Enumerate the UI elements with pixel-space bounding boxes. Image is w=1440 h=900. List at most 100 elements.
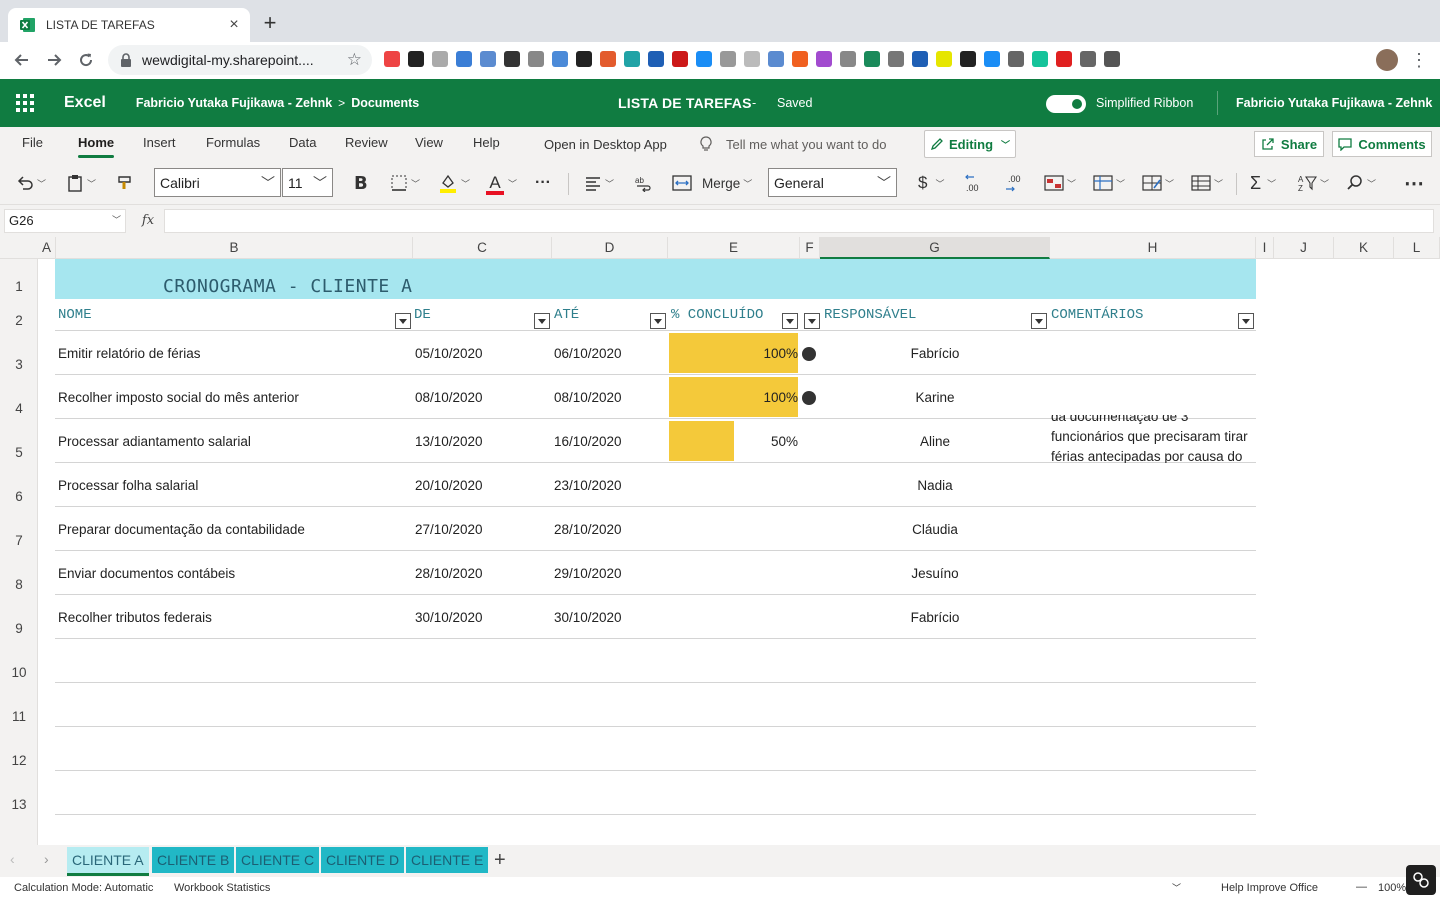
extension-icon[interactable] — [648, 51, 664, 67]
reload-icon[interactable] — [70, 44, 102, 76]
extension-icon[interactable] — [720, 51, 736, 67]
column-header-b[interactable]: B — [56, 237, 413, 259]
header-nome[interactable]: NOME — [58, 307, 92, 323]
extension-icon[interactable] — [1080, 51, 1096, 67]
percent-complete[interactable]: 100% — [669, 390, 798, 405]
assignee[interactable]: Karine — [820, 390, 1050, 405]
row-header-2[interactable]: 2 — [0, 313, 38, 328]
undo-button[interactable]: ﹀ — [16, 169, 46, 197]
sheet-tab-cliente-b[interactable]: CLIENTE B — [152, 847, 235, 873]
sheet-tab-cliente-e[interactable]: CLIENTE E — [406, 847, 489, 873]
filter-dropdown-icon[interactable] — [1238, 313, 1254, 329]
extension-icon[interactable] — [888, 51, 904, 67]
percent-complete[interactable]: 100% — [669, 346, 798, 361]
merge-button[interactable]: Merge ﹀ — [672, 169, 752, 197]
start-date[interactable]: 28/10/2020 — [415, 566, 483, 581]
fill-color-button[interactable]: ﹀ — [438, 169, 470, 197]
extension-icon[interactable] — [1032, 51, 1048, 67]
start-date[interactable]: 30/10/2020 — [415, 610, 483, 625]
extension-icon[interactable] — [1104, 51, 1120, 67]
borders-button[interactable]: ﹀ — [390, 169, 420, 197]
header-comentarios[interactable]: COMENTÁRIOS — [1051, 307, 1143, 323]
browser-menu-icon[interactable]: ⋮ — [1410, 47, 1428, 73]
tell-me-search[interactable]: Tell me what you want to do — [700, 136, 886, 152]
assignee[interactable]: Fabrício — [820, 610, 1050, 625]
assignee[interactable]: Cláudia — [820, 522, 1050, 537]
start-date[interactable]: 27/10/2020 — [415, 522, 483, 537]
assignee[interactable]: Jesuíno — [820, 566, 1050, 581]
sheet-tab-cliente-c[interactable]: CLIENTE C — [236, 847, 320, 873]
end-date[interactable]: 06/10/2020 — [554, 346, 622, 361]
column-header-d[interactable]: D — [552, 237, 668, 259]
add-sheet-button[interactable]: + — [494, 849, 506, 872]
row-header-9[interactable]: 9 — [0, 621, 38, 636]
open-desktop-app-button[interactable]: Open in Desktop App — [544, 137, 667, 152]
paste-button[interactable]: ﹀ — [66, 169, 96, 197]
filter-dropdown-icon[interactable] — [782, 313, 798, 329]
chevron-right-icon[interactable]: › — [44, 851, 49, 867]
find-button[interactable]: ﹀ — [1346, 169, 1376, 197]
column-header-e[interactable]: E — [668, 237, 800, 259]
task-name[interactable]: Preparar documentação da contabilidade — [58, 522, 305, 537]
formula-input[interactable] — [164, 209, 1434, 233]
editing-mode-button[interactable]: Editing ﹀ — [924, 130, 1016, 158]
extension-icon[interactable] — [576, 51, 592, 67]
zoom-out-button[interactable]: — — [1356, 881, 1367, 893]
percent-complete[interactable]: 50% — [669, 434, 798, 449]
extension-icon[interactable] — [840, 51, 856, 67]
new-tab-button[interactable]: + — [258, 12, 282, 36]
profile-avatar[interactable] — [1376, 49, 1398, 71]
font-size-select[interactable]: 11 ﹀ — [282, 168, 333, 197]
user-name[interactable]: Fabricio Yutaka Fujikawa - Zehnk — [1236, 96, 1432, 110]
task-name[interactable]: Processar adiantamento salarial — [58, 434, 251, 449]
end-date[interactable]: 16/10/2020 — [554, 434, 622, 449]
extension-icon[interactable] — [456, 51, 472, 67]
sheet-tab-cliente-d[interactable]: CLIENTE D — [321, 847, 405, 873]
column-header-k[interactable]: K — [1334, 237, 1394, 259]
address-bar[interactable]: wewdigital-my.sharepoint.... ☆ — [108, 45, 372, 75]
breadcrumb-folder[interactable]: Documents — [351, 96, 419, 110]
format-as-table-button[interactable]: ﹀ — [1093, 169, 1125, 197]
format-painter-button[interactable] — [116, 169, 134, 197]
tab-file[interactable]: File — [22, 135, 43, 150]
extension-icon[interactable] — [960, 51, 976, 67]
row-header-13[interactable]: 13 — [0, 797, 38, 812]
font-color-button[interactable]: A ﹀ — [485, 169, 517, 197]
tab-data[interactable]: Data — [289, 135, 316, 150]
column-header-g[interactable]: G — [820, 237, 1050, 259]
font-name-select[interactable]: Calibri ﹀ — [154, 168, 281, 197]
extension-icon[interactable] — [864, 51, 880, 67]
document-title[interactable]: LISTA DE TAREFAS — [618, 95, 752, 111]
simplified-ribbon-toggle[interactable] — [1046, 95, 1086, 113]
column-header-f[interactable]: F — [800, 237, 820, 259]
start-date[interactable]: 08/10/2020 — [415, 390, 483, 405]
row-header-5[interactable]: 5 — [0, 445, 38, 460]
wrap-text-button[interactable]: ab — [634, 169, 652, 197]
extension-icon[interactable] — [552, 51, 568, 67]
task-name[interactable]: Recolher imposto social do mês anterior — [58, 390, 299, 405]
extension-icon[interactable] — [432, 51, 448, 67]
help-improve-office[interactable]: Help Improve Office — [1221, 882, 1318, 894]
number-format-select[interactable]: General ﹀ — [768, 168, 897, 197]
header-ate[interactable]: ATÉ — [554, 307, 579, 323]
row-header-3[interactable]: 3 — [0, 357, 38, 372]
column-header-l[interactable]: L — [1394, 237, 1440, 259]
row-header-4[interactable]: 4 — [0, 401, 38, 416]
currency-button[interactable]: $ ﹀ — [918, 169, 944, 197]
tab-formulas[interactable]: Formulas — [206, 135, 260, 150]
extension-icon[interactable] — [792, 51, 808, 67]
extension-icon[interactable] — [504, 51, 520, 67]
extension-icon[interactable] — [480, 51, 496, 67]
filter-dropdown-icon[interactable] — [804, 313, 820, 329]
more-font-options-button[interactable]: ··· — [535, 169, 551, 197]
start-date[interactable]: 20/10/2020 — [415, 478, 483, 493]
filter-dropdown-icon[interactable] — [650, 313, 666, 329]
extension-icon[interactable] — [600, 51, 616, 67]
extension-icon[interactable] — [984, 51, 1000, 67]
header-responsavel[interactable]: RESPONSÁVEL — [824, 307, 916, 323]
end-date[interactable]: 28/10/2020 — [554, 522, 622, 537]
row-header-12[interactable]: 12 — [0, 753, 38, 768]
worksheet-grid[interactable]: CRONOGRAMA - CLIENTE A NOME DE ATÉ % CON… — [38, 259, 1440, 859]
row-header-8[interactable]: 8 — [0, 577, 38, 592]
extension-icon[interactable] — [816, 51, 832, 67]
